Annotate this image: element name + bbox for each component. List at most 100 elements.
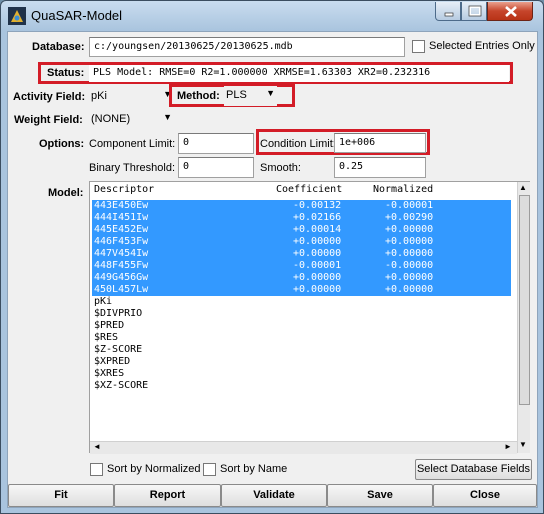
list-item-normalized: +0.00000: [385, 272, 434, 283]
list-item[interactable]: pKi: [92, 296, 511, 308]
weight-field-dropdown[interactable]: (NONE) ▼: [89, 110, 174, 130]
list-item[interactable]: $DIVPRIO: [92, 308, 511, 320]
list-item[interactable]: $RES: [92, 332, 511, 344]
list-item-normalized: +0.00000: [385, 248, 434, 259]
report-button[interactable]: Report: [114, 484, 221, 507]
list-item-descriptor: 447V454Iw: [94, 248, 149, 259]
scroll-up-icon[interactable]: ▲: [519, 183, 527, 192]
list-item-descriptor: $XRES: [94, 368, 125, 379]
list-item-normalized: -0.00000: [385, 260, 434, 271]
condition-limit-input[interactable]: 1e+006: [334, 133, 426, 153]
weight-field-value: (NONE): [91, 113, 131, 125]
activity-field-label: Activity Field:: [13, 91, 86, 103]
list-item[interactable]: 443E450Ew -0.00132 -0.00001: [92, 200, 511, 212]
sort-by-normalized-checkbox[interactable]: [90, 463, 103, 476]
list-item-descriptor: $XPRED: [94, 356, 131, 367]
sort-by-name-checkbox[interactable]: [203, 463, 216, 476]
minimize-icon: [444, 12, 454, 17]
select-database-fields-button[interactable]: Select Database Fields: [415, 459, 532, 480]
component-limit-label: Component Limit:: [89, 138, 176, 150]
status-text: PLS Model: RMSE=0 R2=1.000000 XRMSE=1.63…: [89, 65, 509, 82]
list-item-coefficient: -0.00001: [293, 260, 342, 271]
title-bar[interactable]: QuaSAR-Model: [1, 1, 543, 31]
list-item-coefficient: +0.00000: [293, 284, 342, 295]
selected-entries-checkbox[interactable]: [412, 40, 425, 53]
list-item[interactable]: $XZ-SCORE: [92, 380, 511, 392]
list-item-descriptor: 445E452Ew: [94, 224, 149, 235]
list-item-descriptor: 448F455Fw: [94, 260, 149, 271]
list-item[interactable]: $XPRED: [92, 356, 511, 368]
list-item-normalized: +0.00000: [385, 284, 434, 295]
list-item[interactable]: $Z-SCORE: [92, 344, 511, 356]
model-horizontal-scrollbar[interactable]: ◄ ►: [90, 441, 517, 454]
binary-threshold-label: Binary Threshold:: [89, 162, 176, 174]
list-item-descriptor: 444I451Iw: [94, 212, 149, 223]
weight-field-label: Weight Field:: [14, 114, 83, 126]
list-item-coefficient: +0.00000: [293, 236, 342, 247]
list-item-descriptor: $XZ-SCORE: [94, 380, 149, 391]
list-item-descriptor: pKi: [94, 296, 113, 307]
method-dropdown[interactable]: PLS ▼: [224, 86, 277, 106]
fit-button[interactable]: Fit: [8, 484, 114, 507]
activity-field-dropdown[interactable]: pKi ▼: [89, 87, 174, 107]
list-item[interactable]: 446F453Fw +0.00000 +0.00000: [92, 236, 511, 248]
list-item[interactable]: 449G456Gw +0.00000 +0.00000: [92, 272, 511, 284]
validate-button[interactable]: Validate: [221, 484, 327, 507]
binary-threshold-input[interactable]: 0: [178, 157, 254, 178]
scrollbar-thumb[interactable]: [519, 195, 530, 405]
selected-entries-label: Selected Entries Only: [429, 40, 535, 52]
list-item-coefficient: +0.00014: [293, 224, 342, 235]
list-item-normalized: +0.00000: [385, 236, 434, 247]
model-vertical-scrollbar[interactable]: ▲ ▼: [517, 182, 530, 453]
scroll-down-icon[interactable]: ▼: [519, 440, 527, 449]
list-item-normalized: -0.00001: [385, 200, 434, 211]
scroll-right-icon[interactable]: ►: [504, 442, 512, 451]
list-item[interactable]: 450L457Lw +0.00000 +0.00000: [92, 284, 511, 296]
dialog-body: Database: c:/youngsen/20130625/20130625.…: [7, 31, 538, 508]
sort-by-normalized-label: Sort by Normalized: [107, 463, 201, 475]
list-item-descriptor: 450L457Lw: [94, 284, 149, 295]
list-item-descriptor: $DIVPRIO: [94, 308, 143, 319]
list-item[interactable]: $XRES: [92, 368, 511, 380]
close-window-button[interactable]: [487, 2, 533, 21]
list-item[interactable]: 445E452Ew +0.00014 +0.00000: [92, 224, 511, 236]
app-icon: [8, 7, 26, 25]
list-item[interactable]: 444I451Iw +0.02166 +0.00290: [92, 212, 511, 224]
list-item-normalized: +0.00290: [385, 212, 434, 223]
smooth-label: Smooth:: [260, 162, 301, 174]
close-button[interactable]: Close: [433, 484, 537, 507]
minimize-button[interactable]: [435, 2, 461, 21]
list-item[interactable]: 447V454Iw +0.00000 +0.00000: [92, 248, 511, 260]
smooth-input[interactable]: 0.25: [334, 157, 426, 178]
maximize-button[interactable]: [461, 2, 487, 21]
descriptor-header: Descriptor: [94, 184, 155, 195]
list-item-coefficient: +0.00000: [293, 272, 342, 283]
save-button[interactable]: Save: [327, 484, 433, 507]
list-item-descriptor: $Z-SCORE: [94, 344, 143, 355]
list-item-normalized: +0.00000: [385, 224, 434, 235]
app-window: QuaSAR-Model Database: c:/youngsen/20130…: [0, 0, 544, 514]
component-limit-input[interactable]: 0: [178, 133, 254, 154]
model-list[interactable]: Descriptor Coefficient Normalized 443E45…: [89, 181, 530, 453]
list-item-coefficient: +0.02166: [293, 212, 342, 223]
chevron-down-icon: ▼: [163, 112, 172, 122]
method-value: PLS: [226, 89, 247, 101]
list-item-descriptor: 449G456Gw: [94, 272, 149, 283]
close-icon: [505, 6, 517, 17]
sort-by-name-label: Sort by Name: [220, 463, 288, 475]
list-item-descriptor: 446F453Fw: [94, 236, 149, 247]
window-title: QuaSAR-Model: [31, 8, 123, 23]
scroll-left-icon[interactable]: ◄: [93, 442, 101, 451]
chevron-down-icon: ▼: [266, 88, 275, 98]
list-item-descriptor: $PRED: [94, 320, 125, 331]
condition-limit-label: Condition Limit:: [260, 138, 336, 150]
status-label: Status:: [47, 67, 85, 79]
list-item[interactable]: $PRED: [92, 320, 511, 332]
normalized-header: Normalized: [373, 184, 434, 195]
list-item-coefficient: -0.00132: [293, 200, 342, 211]
database-path-field[interactable]: c:/youngsen/20130625/20130625.mdb: [89, 37, 405, 57]
options-label: Options:: [39, 138, 85, 150]
list-item-descriptor: 443E450Ew: [94, 200, 149, 211]
coefficient-header: Coefficient: [276, 184, 343, 195]
list-item[interactable]: 448F455Fw -0.00001 -0.00000: [92, 260, 511, 272]
